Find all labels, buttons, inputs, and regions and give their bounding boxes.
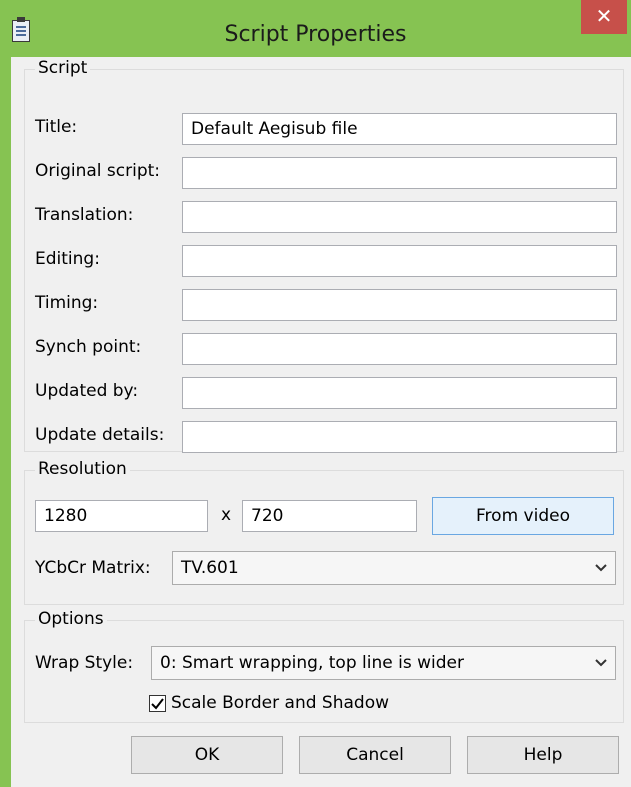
editing-field[interactable] <box>182 245 617 277</box>
translation-field[interactable] <box>182 201 617 233</box>
resolution-width-field[interactable]: 1280 <box>35 500 208 532</box>
updated-by-field[interactable] <box>182 377 617 409</box>
dialog-client-area: Script Title: Default Aegisub file Origi… <box>11 57 631 787</box>
resolution-group: Resolution 1280 x 720 From video YCbCr M… <box>24 459 624 605</box>
from-video-button[interactable]: From video <box>432 497 614 535</box>
ycbcr-matrix-value: TV.601 <box>181 558 239 578</box>
timing-field[interactable] <box>182 289 617 321</box>
wrap-style-dropdown[interactable]: 0: Smart wrapping, top line is wider <box>151 646 616 680</box>
options-group: Options Wrap Style: 0: Smart wrapping, t… <box>24 609 624 723</box>
timing-label: Timing: <box>35 293 99 313</box>
scale-border-label[interactable]: Scale Border and Shadow <box>171 693 389 713</box>
chevron-down-icon <box>595 659 607 667</box>
chevron-down-icon <box>595 564 607 572</box>
close-icon: ✕ <box>595 4 613 28</box>
resolution-height-field[interactable]: 720 <box>242 500 417 532</box>
window-title: Script Properties <box>224 22 407 47</box>
title-field[interactable]: Default Aegisub file <box>182 113 617 145</box>
resolution-separator: x <box>221 505 232 525</box>
editing-label: Editing: <box>35 249 100 269</box>
script-group-legend: Script <box>35 58 91 78</box>
update-details-label: Update details: <box>35 425 165 445</box>
ok-button[interactable]: OK <box>131 736 283 774</box>
options-group-legend: Options <box>35 609 107 629</box>
ycbcr-matrix-dropdown[interactable]: TV.601 <box>172 551 616 585</box>
synch-point-label: Synch point: <box>35 337 142 357</box>
resolution-group-legend: Resolution <box>35 459 130 479</box>
ycbcr-matrix-label: YCbCr Matrix: <box>35 558 151 578</box>
update-details-field[interactable] <box>182 421 617 453</box>
translation-label: Translation: <box>35 205 134 225</box>
cancel-button[interactable]: Cancel <box>299 736 451 774</box>
script-group: Script Title: Default Aegisub file Origi… <box>24 58 624 453</box>
original-script-label: Original script: <box>35 161 161 181</box>
original-script-field[interactable] <box>182 157 617 189</box>
wrap-style-label: Wrap Style: <box>35 653 134 673</box>
help-button[interactable]: Help <box>467 736 619 774</box>
scale-border-checkbox[interactable] <box>149 695 166 712</box>
title-bar[interactable]: Script Properties ✕ <box>0 0 631 57</box>
dialog-window: Script Properties ✕ Script Title: Defaul… <box>0 0 631 787</box>
synch-point-field[interactable] <box>182 333 617 365</box>
updated-by-label: Updated by: <box>35 381 139 401</box>
title-label: Title: <box>35 117 78 137</box>
close-button[interactable]: ✕ <box>581 0 627 34</box>
wrap-style-value: 0: Smart wrapping, top line is wider <box>160 653 464 673</box>
checkmark-icon <box>151 698 164 710</box>
